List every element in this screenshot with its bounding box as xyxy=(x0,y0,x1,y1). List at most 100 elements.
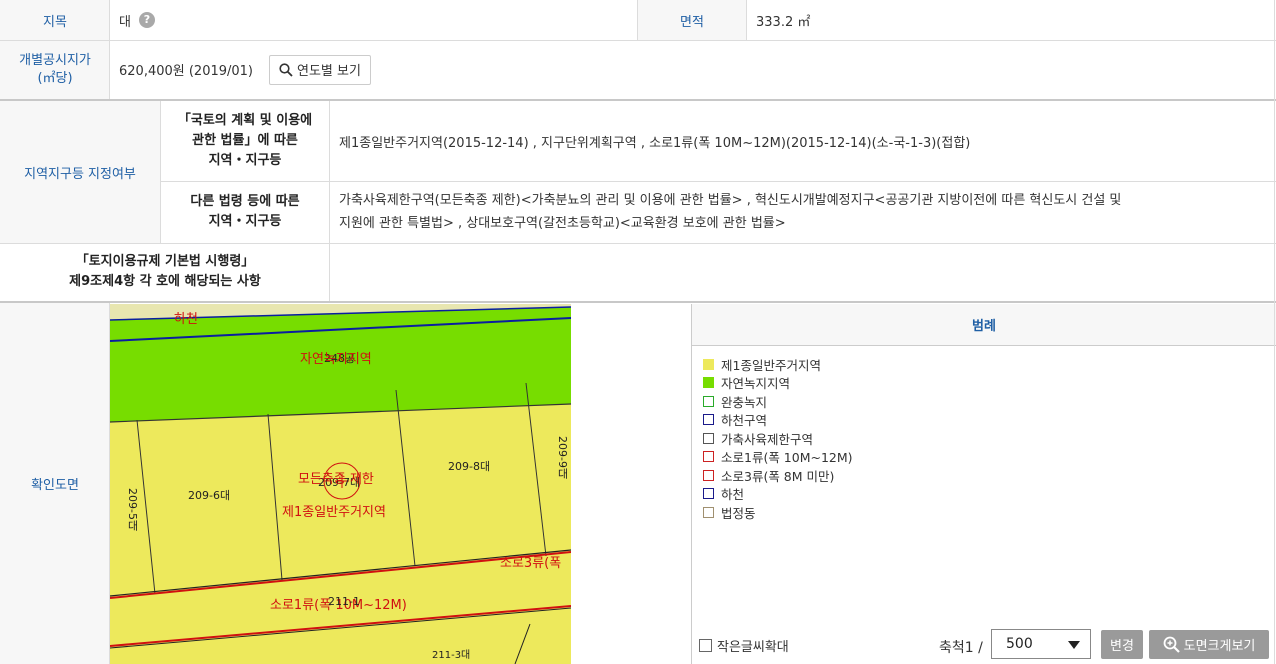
jimok-value: 대 xyxy=(119,14,131,30)
price-value-cell: 620,400원 (2019/01) 연도별 보기 xyxy=(110,40,1276,99)
legend-item: 법정동 xyxy=(703,503,1276,522)
search-icon xyxy=(279,62,293,77)
legend-swatch xyxy=(703,377,714,389)
legend-label: 자연녹지지역 xyxy=(721,376,791,392)
map-label-restrict: 모든축종 제한 xyxy=(298,472,374,487)
zoning-sub1-value-cell: 제1종일반주거지역(2015-12-14) , 지구단위계획구역 , 소로1류(… xyxy=(330,101,1276,181)
legend-item: 제1종일반주거지역 xyxy=(703,355,1276,374)
checkbox-box[interactable] xyxy=(699,639,712,652)
article-line1: 「토지이용규제 기본법 시행령」 xyxy=(75,254,255,269)
map-label-parcel-5: 209-5대 xyxy=(126,488,139,531)
map-label-parcel-bottom: 211-3대 xyxy=(432,650,471,661)
scale-value: 500 xyxy=(1006,636,1033,652)
legend-swatch xyxy=(703,432,714,444)
legend-panel: 범례 제1종일반주거지역자연녹지지역완충녹지하천구역가축사육제한구역소로1류(폭… xyxy=(691,304,1276,625)
zoning-label: 지역지구등 지정여부 xyxy=(24,166,136,182)
jimok-label-cell: 지목 xyxy=(0,0,110,40)
legend-label: 가축사육제한구역 xyxy=(721,431,814,447)
divider xyxy=(0,243,1276,244)
legend-item: 하천 xyxy=(703,485,1276,504)
year-view-label: 연도별 보기 xyxy=(297,64,361,79)
map-label-parcel-8: 209-8대 xyxy=(448,460,491,473)
area-label: 면적 xyxy=(680,14,704,30)
legend-item: 완충녹지 xyxy=(703,392,1276,411)
map-label-residential: 제1종일반주거지역 xyxy=(282,505,386,520)
map-label-green-zone: 자연녹지지역 xyxy=(300,352,372,367)
map-label-river: 하천 xyxy=(174,312,198,327)
legend-label: 하천구역 xyxy=(721,413,768,429)
small-text-zoom-checkbox[interactable]: 작은글씨확대 xyxy=(699,636,789,655)
legend-item: 자연녹지지역 xyxy=(703,374,1276,393)
map-label-parcel-6: 209-6대 xyxy=(188,489,231,502)
divider xyxy=(746,0,747,40)
divider xyxy=(0,99,1276,101)
help-icon[interactable]: ? xyxy=(138,12,155,28)
legend-swatch xyxy=(703,414,714,426)
map-label-cell: 확인도면 xyxy=(0,303,110,664)
legend-list: 제1종일반주거지역자연녹지지역완충녹지하천구역가축사육제한구역소로1류(폭 10… xyxy=(692,346,1276,522)
zoning-sub1-line2: 관한 법률」에 따른 xyxy=(192,133,298,148)
map-enlarge-button[interactable]: 도면크게보기 xyxy=(1149,630,1269,659)
article-label-cell: 「토지이용규제 기본법 시행령」 제9조제4항 각 호에 해당되는 사항 xyxy=(0,243,330,301)
chevron-down-icon xyxy=(1068,641,1080,649)
divider xyxy=(1274,0,1275,664)
scale-change-button[interactable]: 변경 xyxy=(1101,630,1143,659)
legend-label: 완충녹지 xyxy=(721,394,768,410)
scale-label: 축척1 / xyxy=(939,640,983,656)
area-label-cell: 면적 xyxy=(637,0,747,40)
divider xyxy=(109,0,110,99)
price-label-line1: 개별공시지가 xyxy=(19,52,91,68)
legend-label: 하천 xyxy=(721,487,745,503)
small-text-zoom-label: 작은글씨확대 xyxy=(717,640,789,655)
zoning-sub1-line1: 「국토의 계획 및 이용에 xyxy=(177,113,313,128)
price-label-line2: (㎡당) xyxy=(37,70,73,86)
area-value: 333.2 ㎡ xyxy=(756,14,811,30)
jimok-label: 지목 xyxy=(43,14,67,30)
legend-swatch xyxy=(703,395,714,407)
legend-header: 범례 xyxy=(692,304,1276,346)
divider xyxy=(0,40,1276,41)
zoning-sub2-line1: 다른 법령 등에 따른 xyxy=(190,194,300,209)
area-value-cell: 333.2 ㎡ xyxy=(747,0,1276,40)
legend-item: 소로1류(폭 10M~12M) xyxy=(703,448,1276,467)
zoning-label-cell: 지역지구등 지정여부 xyxy=(0,101,160,243)
zoning-sub2-line2: 지역・지구등 xyxy=(208,214,282,229)
zoning-sub1-label-cell: 「국토의 계획 및 이용에 관한 법률」에 따른 지역・지구등 xyxy=(160,101,330,181)
zoom-in-icon xyxy=(1163,636,1180,653)
zoning-sub2-value-line1: 가축사육제한구역(모든축종 제한)<가축분뇨의 관리 및 이용에 관한 법률> … xyxy=(339,193,1122,208)
zoning-sub2-value-line2: 지원에 관한 특별법> , 상대보호구역(갈전초등학교)<교육환경 보호에 관한… xyxy=(339,216,786,231)
map-controls: 작은글씨확대 축척1 / 500 변경 도면크게보기 xyxy=(691,625,1276,664)
price-value: 620,400원 (2019/01) xyxy=(119,64,254,79)
article-value-cell xyxy=(330,243,1276,301)
divider xyxy=(0,301,1276,303)
legend-swatch xyxy=(703,488,714,500)
legend-label: 법정동 xyxy=(721,505,756,521)
map-label: 확인도면 xyxy=(31,478,79,493)
zoning-sub1-line3: 지역・지구등 xyxy=(208,153,282,168)
legend-item: 하천구역 xyxy=(703,411,1276,430)
jimok-value-cell: 대 ? xyxy=(110,0,637,40)
map-label-road3: 소로3류(폭 xyxy=(500,556,562,571)
year-view-button[interactable]: 연도별 보기 xyxy=(269,54,371,85)
divider xyxy=(160,181,1276,182)
scale-select[interactable]: 500 xyxy=(991,629,1091,659)
article-line2: 제9조제4항 각 호에 해당되는 사항 xyxy=(69,274,261,289)
legend-swatch xyxy=(703,469,714,481)
map-label-parcel-9: 209-9대 xyxy=(556,436,569,479)
legend-label: 소로3류(폭 8M 미만) xyxy=(721,468,835,484)
map-label-road-num: 211-1 xyxy=(328,595,360,608)
zoning-sub2-label-cell: 다른 법령 등에 따른 지역・지구등 xyxy=(160,181,330,243)
legend-swatch xyxy=(703,358,714,370)
zoning-sub2-value-cell: 가축사육제한구역(모든축종 제한)<가축분뇨의 관리 및 이용에 관한 법률> … xyxy=(330,181,1276,243)
zoning-sub1-value: 제1종일반주거지역(2015-12-14) , 지구단위계획구역 , 소로1류(… xyxy=(339,135,971,151)
legend-title: 범례 xyxy=(972,319,996,334)
price-label-cell: 개별공시지가 (㎡당) xyxy=(0,40,110,99)
confirmation-map[interactable]: 하천 248공 자연녹지지역 209-6대 209-7대 209-8대 209-… xyxy=(110,304,571,664)
legend-item: 가축사육제한구역 xyxy=(703,429,1276,448)
legend-label: 소로1류(폭 10M~12M) xyxy=(721,450,853,466)
scale-change-label: 변경 xyxy=(1110,639,1134,654)
map-enlarge-label: 도면크게보기 xyxy=(1183,639,1256,654)
legend-label: 제1종일반주거지역 xyxy=(721,357,821,373)
divider xyxy=(329,101,330,301)
divider xyxy=(637,0,638,40)
